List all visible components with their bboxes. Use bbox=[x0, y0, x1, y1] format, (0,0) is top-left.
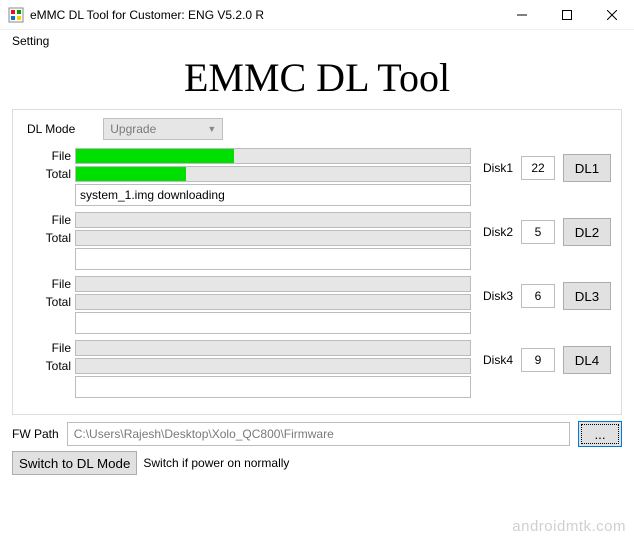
total-label: Total bbox=[23, 295, 71, 309]
main-group: DL Mode Upgrade ▼ File Total system_1.img … bbox=[12, 109, 622, 415]
bottom-row: Switch to DL Mode Switch if power on nor… bbox=[12, 451, 622, 475]
minimize-button[interactable] bbox=[499, 0, 544, 29]
total-label: Total bbox=[23, 231, 71, 245]
status-text bbox=[75, 312, 471, 334]
status-text bbox=[75, 248, 471, 270]
maximize-button[interactable] bbox=[544, 0, 589, 29]
disk-label: Disk3 bbox=[483, 289, 513, 303]
file-progress bbox=[75, 148, 471, 164]
app-icon bbox=[8, 7, 24, 23]
status-text: system_1.img downloading bbox=[75, 184, 471, 206]
total-label: Total bbox=[23, 359, 71, 373]
chevron-down-icon: ▼ bbox=[207, 124, 216, 134]
total-progress bbox=[75, 294, 471, 310]
dl-mode-row: DL Mode Upgrade ▼ bbox=[23, 118, 611, 140]
menu-setting[interactable]: Setting bbox=[6, 32, 55, 50]
dl-button[interactable]: DL2 bbox=[563, 218, 611, 246]
window-title: eMMC DL Tool for Customer: ENG V5.2.0 R bbox=[30, 8, 499, 22]
slot-3: File Total Disk3 6 DL3 bbox=[23, 276, 611, 334]
slot-2: File Total Disk2 5 DL2 bbox=[23, 212, 611, 270]
disk-value[interactable]: 9 bbox=[521, 348, 555, 372]
page-title: EMMC DL Tool bbox=[0, 54, 634, 101]
slot-1: File Total system_1.img downloading Disk1 22… bbox=[23, 148, 611, 206]
dl-mode-value: Upgrade bbox=[110, 122, 156, 136]
disk-value[interactable]: 5 bbox=[521, 220, 555, 244]
dl-button[interactable]: DL4 bbox=[563, 346, 611, 374]
dl-mode-label: DL Mode bbox=[27, 122, 75, 136]
fw-path-input[interactable]: C:\Users\Rajesh\Desktop\Xolo_QC800\Firmw… bbox=[67, 422, 570, 446]
switch-mode-button[interactable]: Switch to DL Mode bbox=[12, 451, 137, 475]
dl-mode-select[interactable]: Upgrade ▼ bbox=[103, 118, 223, 140]
dl-button[interactable]: DL1 bbox=[563, 154, 611, 182]
status-text bbox=[75, 376, 471, 398]
file-label: File bbox=[23, 341, 71, 355]
disk-label: Disk4 bbox=[483, 353, 513, 367]
disk-label: Disk2 bbox=[483, 225, 513, 239]
file-progress bbox=[75, 340, 471, 356]
menu-bar: Setting bbox=[0, 30, 634, 52]
disk-value[interactable]: 22 bbox=[521, 156, 555, 180]
file-progress bbox=[75, 212, 471, 228]
file-progress bbox=[75, 276, 471, 292]
switch-hint: Switch if power on normally bbox=[143, 456, 289, 470]
watermark: androidmtk.com bbox=[512, 518, 626, 535]
disk-label: Disk1 bbox=[483, 161, 513, 175]
title-bar: eMMC DL Tool for Customer: ENG V5.2.0 R bbox=[0, 0, 634, 30]
close-button[interactable] bbox=[589, 0, 634, 29]
file-label: File bbox=[23, 213, 71, 227]
total-progress bbox=[75, 166, 471, 182]
fw-path-label: FW Path bbox=[12, 427, 59, 441]
file-label: File bbox=[23, 149, 71, 163]
browse-button[interactable]: ... bbox=[578, 421, 622, 447]
total-progress bbox=[75, 230, 471, 246]
slot-4: File Total Disk4 9 DL4 bbox=[23, 340, 611, 398]
dl-button[interactable]: DL3 bbox=[563, 282, 611, 310]
disk-value[interactable]: 6 bbox=[521, 284, 555, 308]
total-label: Total bbox=[23, 167, 71, 181]
total-progress bbox=[75, 358, 471, 374]
fw-path-row: FW Path C:\Users\Rajesh\Desktop\Xolo_QC8… bbox=[12, 421, 622, 447]
file-label: File bbox=[23, 277, 71, 291]
